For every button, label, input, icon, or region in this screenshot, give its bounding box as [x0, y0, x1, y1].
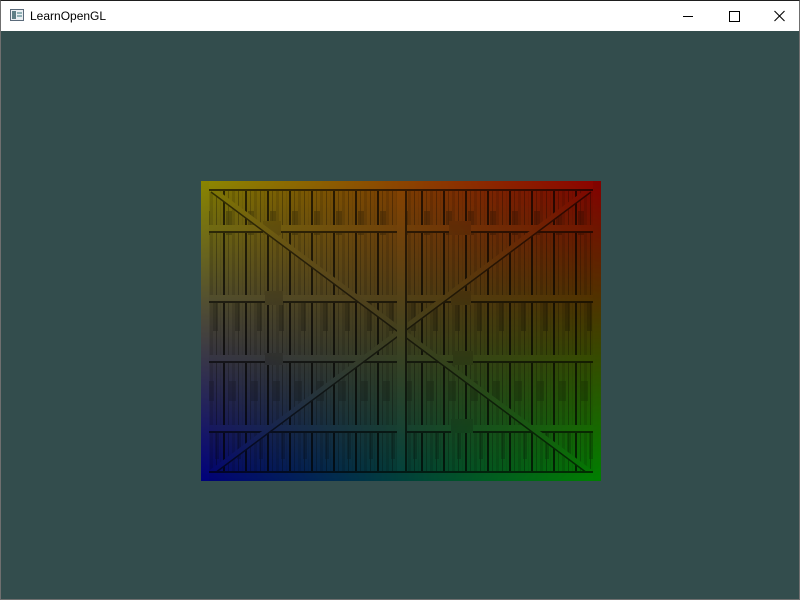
app-window: LearnOpenGL [0, 0, 800, 600]
maximize-button[interactable] [711, 1, 757, 31]
opengl-viewport[interactable] [1, 31, 799, 599]
maximize-icon [729, 11, 740, 22]
textured-quad [201, 181, 601, 481]
minimize-icon [683, 16, 693, 17]
close-button[interactable] [757, 1, 800, 31]
window-title: LearnOpenGL [30, 9, 107, 23]
application-window-icon[interactable] [10, 9, 24, 21]
title-bar[interactable]: LearnOpenGL [1, 1, 799, 31]
close-icon [774, 10, 785, 22]
minimize-button[interactable] [665, 1, 711, 31]
wooden-container-texture [201, 181, 601, 481]
